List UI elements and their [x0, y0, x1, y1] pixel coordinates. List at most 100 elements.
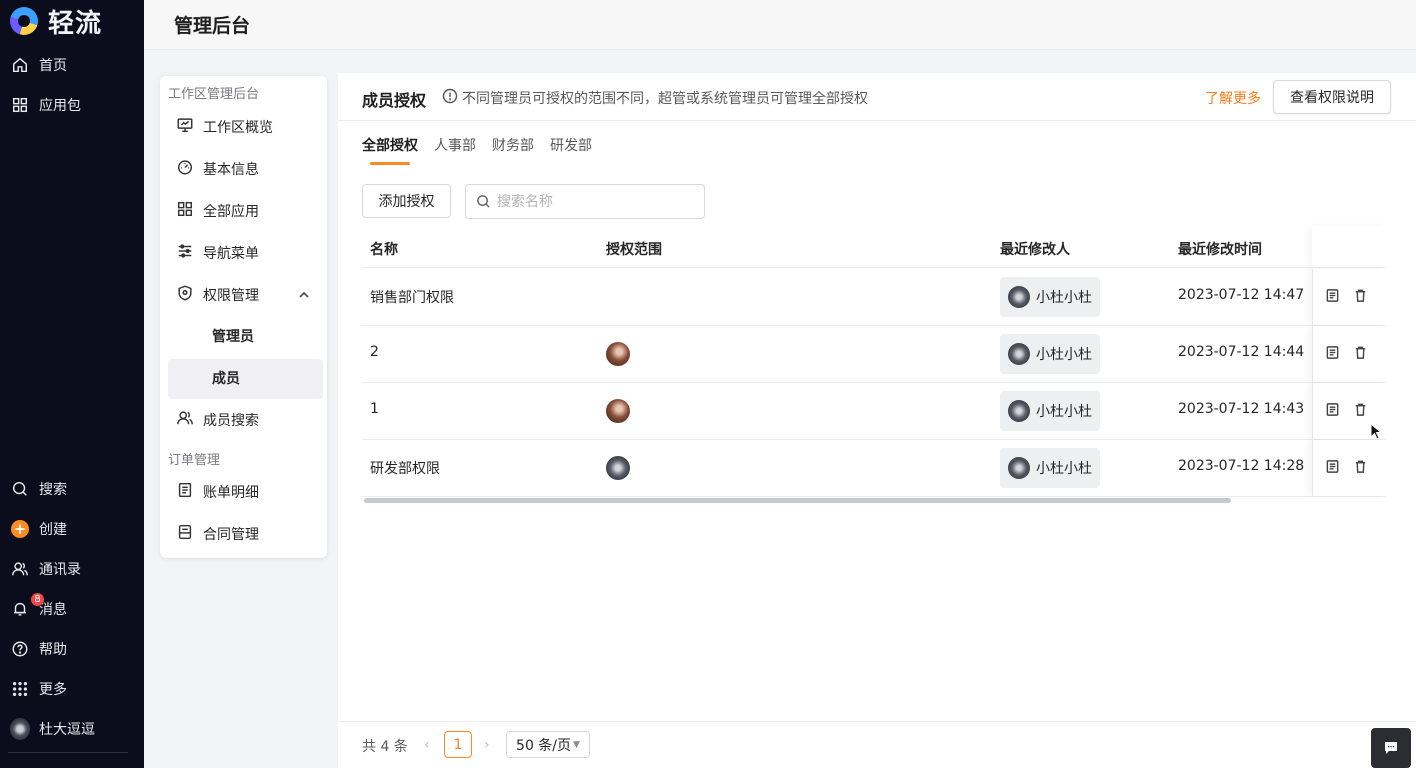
edit-icon[interactable] [1325, 288, 1340, 307]
nav-label: 首页 [39, 58, 67, 74]
nav-item-contacts[interactable]: 通讯录 [10, 557, 81, 581]
user-name: 杜大逗逗 [39, 722, 95, 738]
tab-all-grants[interactable]: 全部授权 [362, 135, 418, 155]
chevron-up-icon[interactable] [297, 288, 311, 306]
nav-item-home[interactable]: 首页 [10, 53, 67, 77]
row-actions [1312, 269, 1386, 325]
subnav-label: 基本信息 [203, 162, 259, 178]
shield-icon [176, 284, 194, 306]
app-logo[interactable]: 轻流 [10, 6, 102, 39]
nav-item-user-profile[interactable]: 杜大逗逗 [10, 717, 95, 741]
nav-item-more[interactable]: 更多 [10, 677, 67, 701]
delete-icon[interactable] [1353, 288, 1368, 307]
edit-icon[interactable] [1325, 459, 1340, 478]
bill-icon [176, 481, 194, 503]
main-header: 成员授权 不同管理员可授权的范围不同，超管或系统管理员可管理全部授权 了解更多 … [338, 73, 1416, 121]
info-text: 不同管理员可授权的范围不同，超管或系统管理员可管理全部授权 [462, 91, 868, 107]
search-field[interactable] [465, 184, 705, 219]
subnav-label: 工作区概览 [203, 120, 273, 136]
help-icon [10, 639, 30, 659]
subnav-item-permission-management[interactable]: 权限管理 [176, 284, 259, 306]
column-header-actions [1312, 226, 1386, 267]
user-avatar [10, 718, 30, 740]
view-permission-docs-button[interactable]: 查看权限说明 [1273, 80, 1391, 114]
row-actions [1312, 326, 1386, 382]
subnav-item-bill-details[interactable]: 账单明细 [176, 481, 259, 503]
contract-icon [176, 523, 194, 545]
modified-time: 2023-07-12 14:28 [1178, 458, 1305, 474]
next-page-icon[interactable]: › [484, 737, 490, 753]
modifier-chip[interactable]: 小杜小杜 [1000, 448, 1100, 488]
total-count: 共 4 条 [362, 739, 408, 755]
row-name: 销售部门权限 [370, 290, 454, 306]
mouse-cursor-icon [1370, 422, 1383, 445]
prev-page-icon[interactable]: ‹ [424, 737, 430, 753]
subnav-item-all-apps[interactable]: 全部应用 [176, 200, 259, 222]
search-input[interactable] [497, 193, 687, 210]
section-title: 成员授权 [362, 91, 427, 110]
table-row[interactable]: 1 小杜小杜 2023-07-12 14:43 [362, 383, 1386, 440]
table-row[interactable]: 2 小杜小杜 2023-07-12 14:44 [362, 326, 1386, 383]
scope-avatar [606, 456, 630, 480]
row-name: 1 [370, 401, 379, 417]
bell-icon: 8 [10, 593, 44, 619]
subnav-item-contract-management[interactable]: 合同管理 [176, 523, 259, 545]
modifier-chip[interactable]: 小杜小杜 [1000, 277, 1100, 317]
table-row[interactable]: 销售部门权限 小杜小杜 2023-07-12 14:47 [362, 269, 1386, 326]
nav-label: 帮助 [39, 642, 67, 658]
modifier-name: 小杜小杜 [1036, 404, 1092, 420]
column-header-modified-time: 最近修改时间 [1178, 242, 1262, 258]
scope-avatar [606, 399, 630, 423]
subnav-item-members[interactable]: 成员 [212, 368, 240, 390]
monitor-icon [176, 116, 194, 138]
tab-hr[interactable]: 人事部 [434, 135, 476, 155]
delete-icon[interactable] [1353, 345, 1368, 364]
modifier-name: 小杜小杜 [1036, 461, 1092, 477]
modifier-chip[interactable]: 小杜小杜 [1000, 391, 1100, 431]
page-number-current[interactable]: 1 [444, 731, 472, 758]
caret-down-icon: ▼ [573, 739, 580, 750]
delete-icon[interactable] [1353, 402, 1368, 421]
tab-finance[interactable]: 财务部 [492, 135, 534, 155]
info-icon [442, 88, 458, 108]
subnav-item-basic-info[interactable]: 基本信息 [176, 158, 259, 180]
modifier-chip[interactable]: 小杜小杜 [1000, 334, 1100, 374]
subnav-item-admins[interactable]: 管理员 [212, 326, 254, 348]
subnav-item-nav-menu[interactable]: 导航菜单 [176, 242, 259, 264]
learn-more-link[interactable]: 了解更多 [1205, 88, 1261, 108]
nav-item-search[interactable]: 搜索 [10, 477, 67, 501]
subnav-label: 权限管理 [203, 288, 259, 304]
subnav-label: 导航菜单 [203, 246, 259, 262]
nav-item-messages[interactable]: 8 消息 [10, 593, 67, 621]
subnav-item-member-search[interactable]: 成员搜索 [176, 409, 259, 431]
column-header-modifier: 最近修改人 [1000, 242, 1070, 258]
active-tab-indicator [370, 162, 410, 165]
chat-button[interactable] [1371, 728, 1411, 768]
top-header: 管理后台 [144, 0, 1416, 50]
column-header-scope: 授权范围 [606, 242, 662, 258]
pagination-bar: 共 4 条 ‹ 1 › 50 条/页 ▼ [338, 721, 1416, 768]
nav-item-help[interactable]: 帮助 [10, 637, 67, 661]
left-navigation: 轻流 首页 应用包 搜索 + 创建 通讯录 8 消息 帮助 更多 杜大逗逗 [0, 0, 144, 768]
horizontal-scrollbar[interactable] [364, 498, 1231, 503]
tab-rnd[interactable]: 研发部 [550, 135, 592, 155]
grid-icon [176, 200, 194, 222]
home-icon [10, 55, 30, 75]
add-grant-button[interactable]: 添加授权 [362, 184, 451, 218]
page-size-select[interactable]: 50 条/页 ▼ [506, 731, 590, 758]
nav-label: 创建 [39, 522, 67, 538]
active-item-highlight [168, 359, 323, 399]
nav-item-app-packages[interactable]: 应用包 [10, 93, 81, 117]
search-icon [477, 195, 490, 208]
unread-badge: 8 [31, 593, 44, 606]
subnav-item-workspace-overview[interactable]: 工作区概览 [176, 116, 273, 138]
edit-icon[interactable] [1325, 402, 1340, 421]
modified-time: 2023-07-12 14:43 [1178, 401, 1305, 417]
edit-icon[interactable] [1325, 345, 1340, 364]
table-header: 名称 授权范围 最近修改人 最近修改时间 [362, 226, 1386, 268]
row-name: 研发部权限 [370, 461, 440, 477]
table-row[interactable]: 研发部权限 小杜小杜 2023-07-12 14:28 [362, 440, 1386, 497]
avatar [1008, 286, 1030, 308]
nav-item-create[interactable]: + 创建 [10, 517, 67, 541]
delete-icon[interactable] [1353, 459, 1368, 478]
